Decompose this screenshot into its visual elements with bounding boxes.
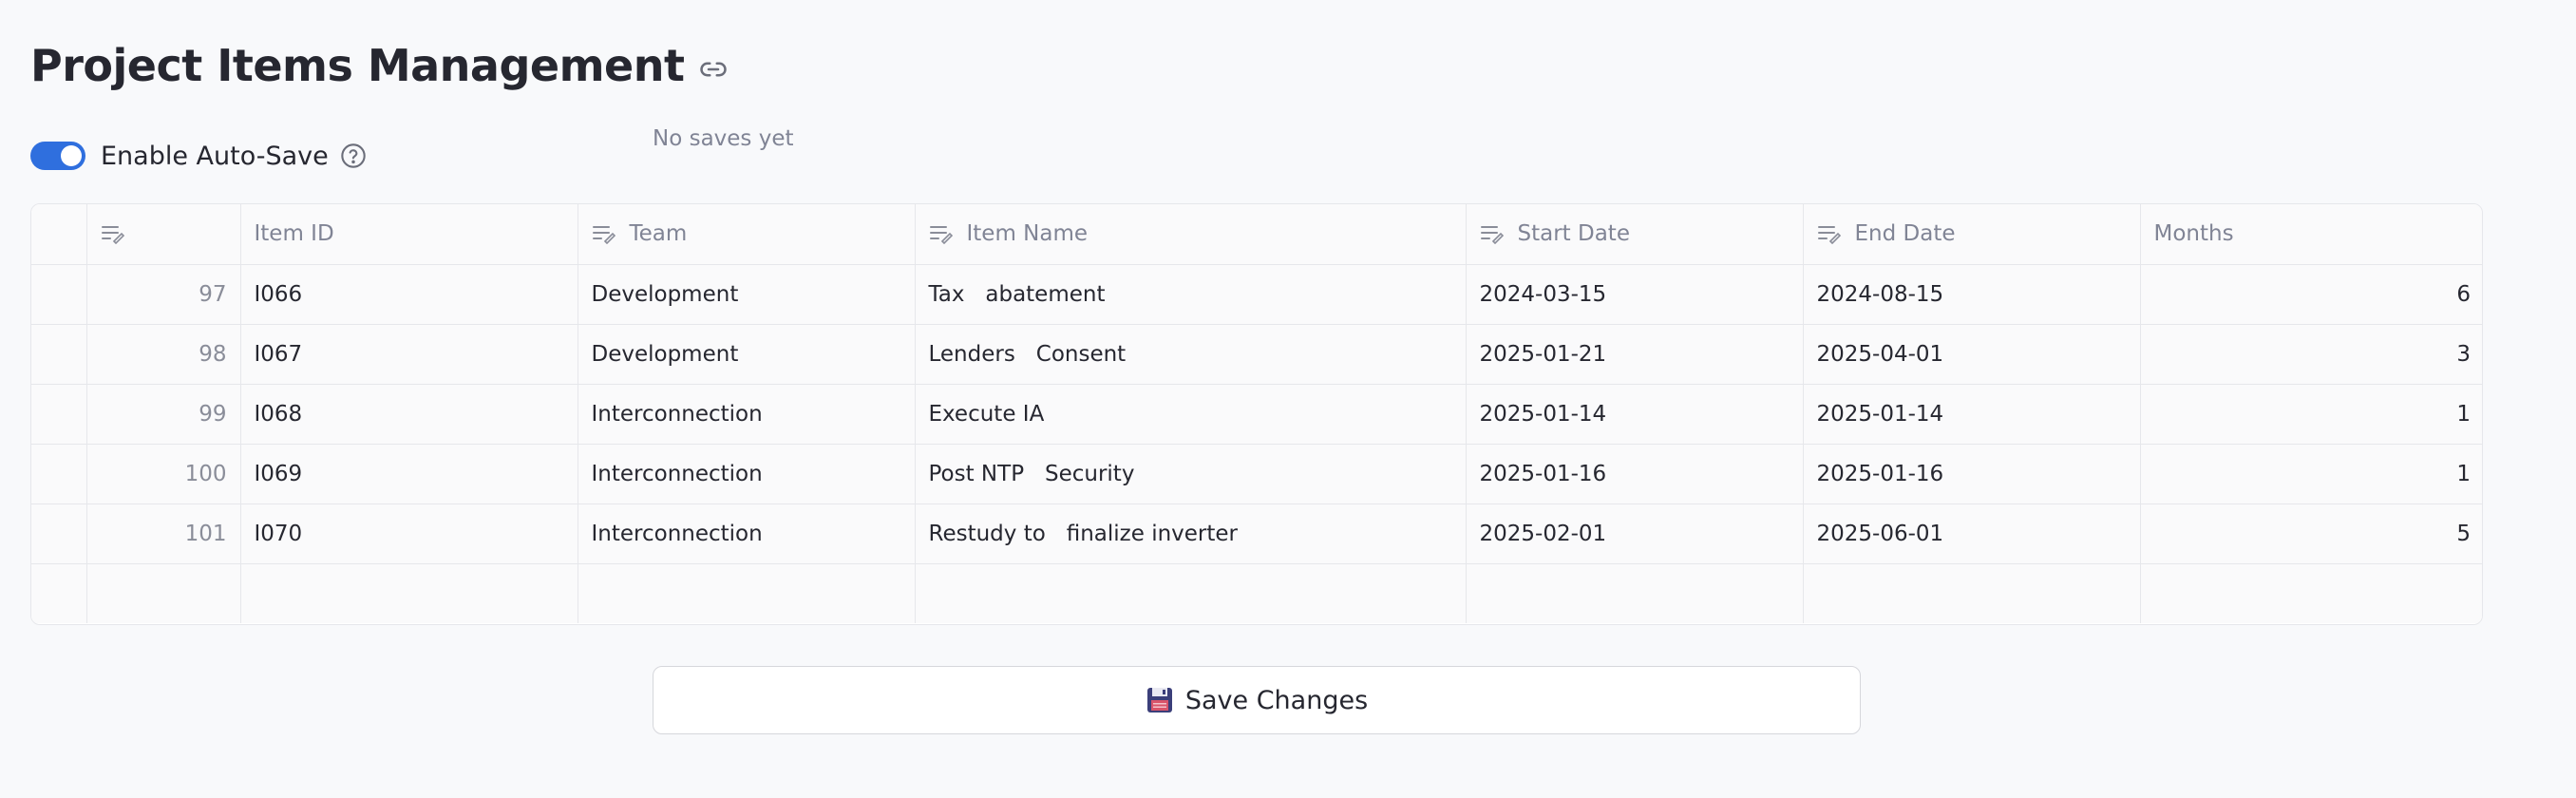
new-row[interactable]	[31, 563, 2482, 623]
header-label: Start Date	[1517, 221, 1630, 247]
cell-item-name[interactable]: Lenders Consent	[915, 324, 1467, 385]
new-cell-team[interactable]	[578, 563, 916, 623]
new-cell-months[interactable]	[2140, 563, 2482, 623]
cell-start-date[interactable]: 2025-01-16	[1466, 444, 1804, 504]
header-label: Item ID	[254, 221, 334, 247]
header-row: Item ID Team Item Name Start Date End Da…	[31, 204, 2482, 265]
help-icon[interactable]	[340, 142, 367, 169]
header-item-id[interactable]: Item ID	[240, 204, 578, 265]
cell-item-id[interactable]: I069	[240, 444, 578, 504]
cell-start-date[interactable]: 2024-03-15	[1466, 264, 1804, 325]
floppy-disk-icon	[1146, 686, 1174, 714]
table-row[interactable]: 98 I067 Development Lenders Consent 2025…	[31, 324, 2482, 385]
row-selector[interactable]	[31, 324, 87, 385]
edit-column-icon	[1480, 223, 1505, 245]
edit-column-icon	[101, 223, 125, 245]
header-index[interactable]	[86, 204, 241, 265]
cell-item-id[interactable]: I066	[240, 264, 578, 325]
data-editor-table[interactable]: Item ID Team Item Name Start Date End Da…	[30, 203, 2483, 625]
row-index: 101	[86, 504, 241, 564]
header-label: Months	[2153, 221, 2234, 247]
new-cell-end-date[interactable]	[1803, 563, 2141, 623]
edit-column-icon	[929, 223, 954, 245]
new-cell-item-id[interactable]	[240, 563, 578, 623]
row-selector[interactable]	[31, 384, 87, 445]
table-row[interactable]: 100 I069 Interconnection Post NTP Securi…	[31, 444, 2482, 504]
cell-end-date[interactable]: 2025-01-16	[1803, 444, 2141, 504]
title-row: Project Items Management	[30, 34, 729, 97]
row-index: 98	[86, 324, 241, 385]
cell-start-date[interactable]: 2025-01-14	[1466, 384, 1804, 445]
new-cell-item-name[interactable]	[915, 563, 1467, 623]
row-index: 100	[86, 444, 241, 504]
cell-team[interactable]: Interconnection	[578, 384, 916, 445]
row-selector[interactable]	[31, 563, 87, 623]
header-label: Item Name	[966, 221, 1089, 247]
cell-end-date[interactable]: 2025-06-01	[1803, 504, 2141, 564]
row-index: 97	[86, 264, 241, 325]
row-selector[interactable]	[31, 444, 87, 504]
cell-item-id[interactable]: I068	[240, 384, 578, 445]
edit-column-icon	[1817, 223, 1842, 245]
cell-start-date[interactable]: 2025-02-01	[1466, 504, 1804, 564]
header-team[interactable]: Team	[578, 204, 916, 265]
table-row[interactable]: 99 I068 Interconnection Execute IA 2025-…	[31, 384, 2482, 445]
row-index: 99	[86, 384, 241, 445]
page-title: Project Items Management	[30, 40, 685, 91]
cell-item-name[interactable]: Execute IA	[915, 384, 1467, 445]
cell-item-id[interactable]: I070	[240, 504, 578, 564]
cell-end-date[interactable]: 2025-01-14	[1803, 384, 2141, 445]
header-item-name[interactable]: Item Name	[915, 204, 1467, 265]
toggle-knob	[61, 145, 82, 166]
save-button-label: Save Changes	[1184, 685, 1369, 715]
autosave-status: No saves yet	[653, 126, 794, 151]
cell-end-date[interactable]: 2025-04-01	[1803, 324, 2141, 385]
header-end-date[interactable]: End Date	[1803, 204, 2141, 265]
autosave-row: Enable Auto-Save	[30, 137, 367, 175]
row-index	[86, 563, 241, 623]
cell-team[interactable]: Interconnection	[578, 504, 916, 564]
header-row-selector[interactable]	[31, 204, 87, 265]
page: Project Items Management Enable Auto-Sav…	[0, 0, 2576, 798]
table-row[interactable]: 101 I070 Interconnection Restudy to fina…	[31, 504, 2482, 564]
header-months[interactable]: Months	[2140, 204, 2482, 265]
cell-item-name[interactable]: Restudy to finalize inverter	[915, 504, 1467, 564]
row-selector[interactable]	[31, 504, 87, 564]
autosave-toggle[interactable]	[30, 142, 85, 170]
cell-months[interactable]: 1	[2140, 444, 2482, 504]
new-cell-start-date[interactable]	[1466, 563, 1804, 623]
row-selector[interactable]	[31, 264, 87, 325]
cell-item-id[interactable]: I067	[240, 324, 578, 385]
header-label: Team	[629, 221, 688, 247]
header-label: End Date	[1854, 221, 1956, 247]
cell-start-date[interactable]: 2025-01-21	[1466, 324, 1804, 385]
cell-months[interactable]: 3	[2140, 324, 2482, 385]
cell-item-name[interactable]: Post NTP Security	[915, 444, 1467, 504]
cell-team[interactable]: Development	[578, 264, 916, 325]
header-start-date[interactable]: Start Date	[1466, 204, 1804, 265]
edit-column-icon	[592, 223, 616, 245]
save-changes-button[interactable]: Save Changes	[653, 666, 1861, 734]
autosave-label: Enable Auto-Save	[101, 141, 329, 171]
link-icon[interactable]	[697, 53, 729, 86]
cell-team[interactable]: Interconnection	[578, 444, 916, 504]
cell-months[interactable]: 1	[2140, 384, 2482, 445]
cell-end-date[interactable]: 2024-08-15	[1803, 264, 2141, 325]
table-row[interactable]: 97 I066 Development Tax abatement 2024-0…	[31, 264, 2482, 325]
cell-months[interactable]: 6	[2140, 264, 2482, 325]
cell-team[interactable]: Development	[578, 324, 916, 385]
cell-item-name[interactable]: Tax abatement	[915, 264, 1467, 325]
cell-months[interactable]: 5	[2140, 504, 2482, 564]
